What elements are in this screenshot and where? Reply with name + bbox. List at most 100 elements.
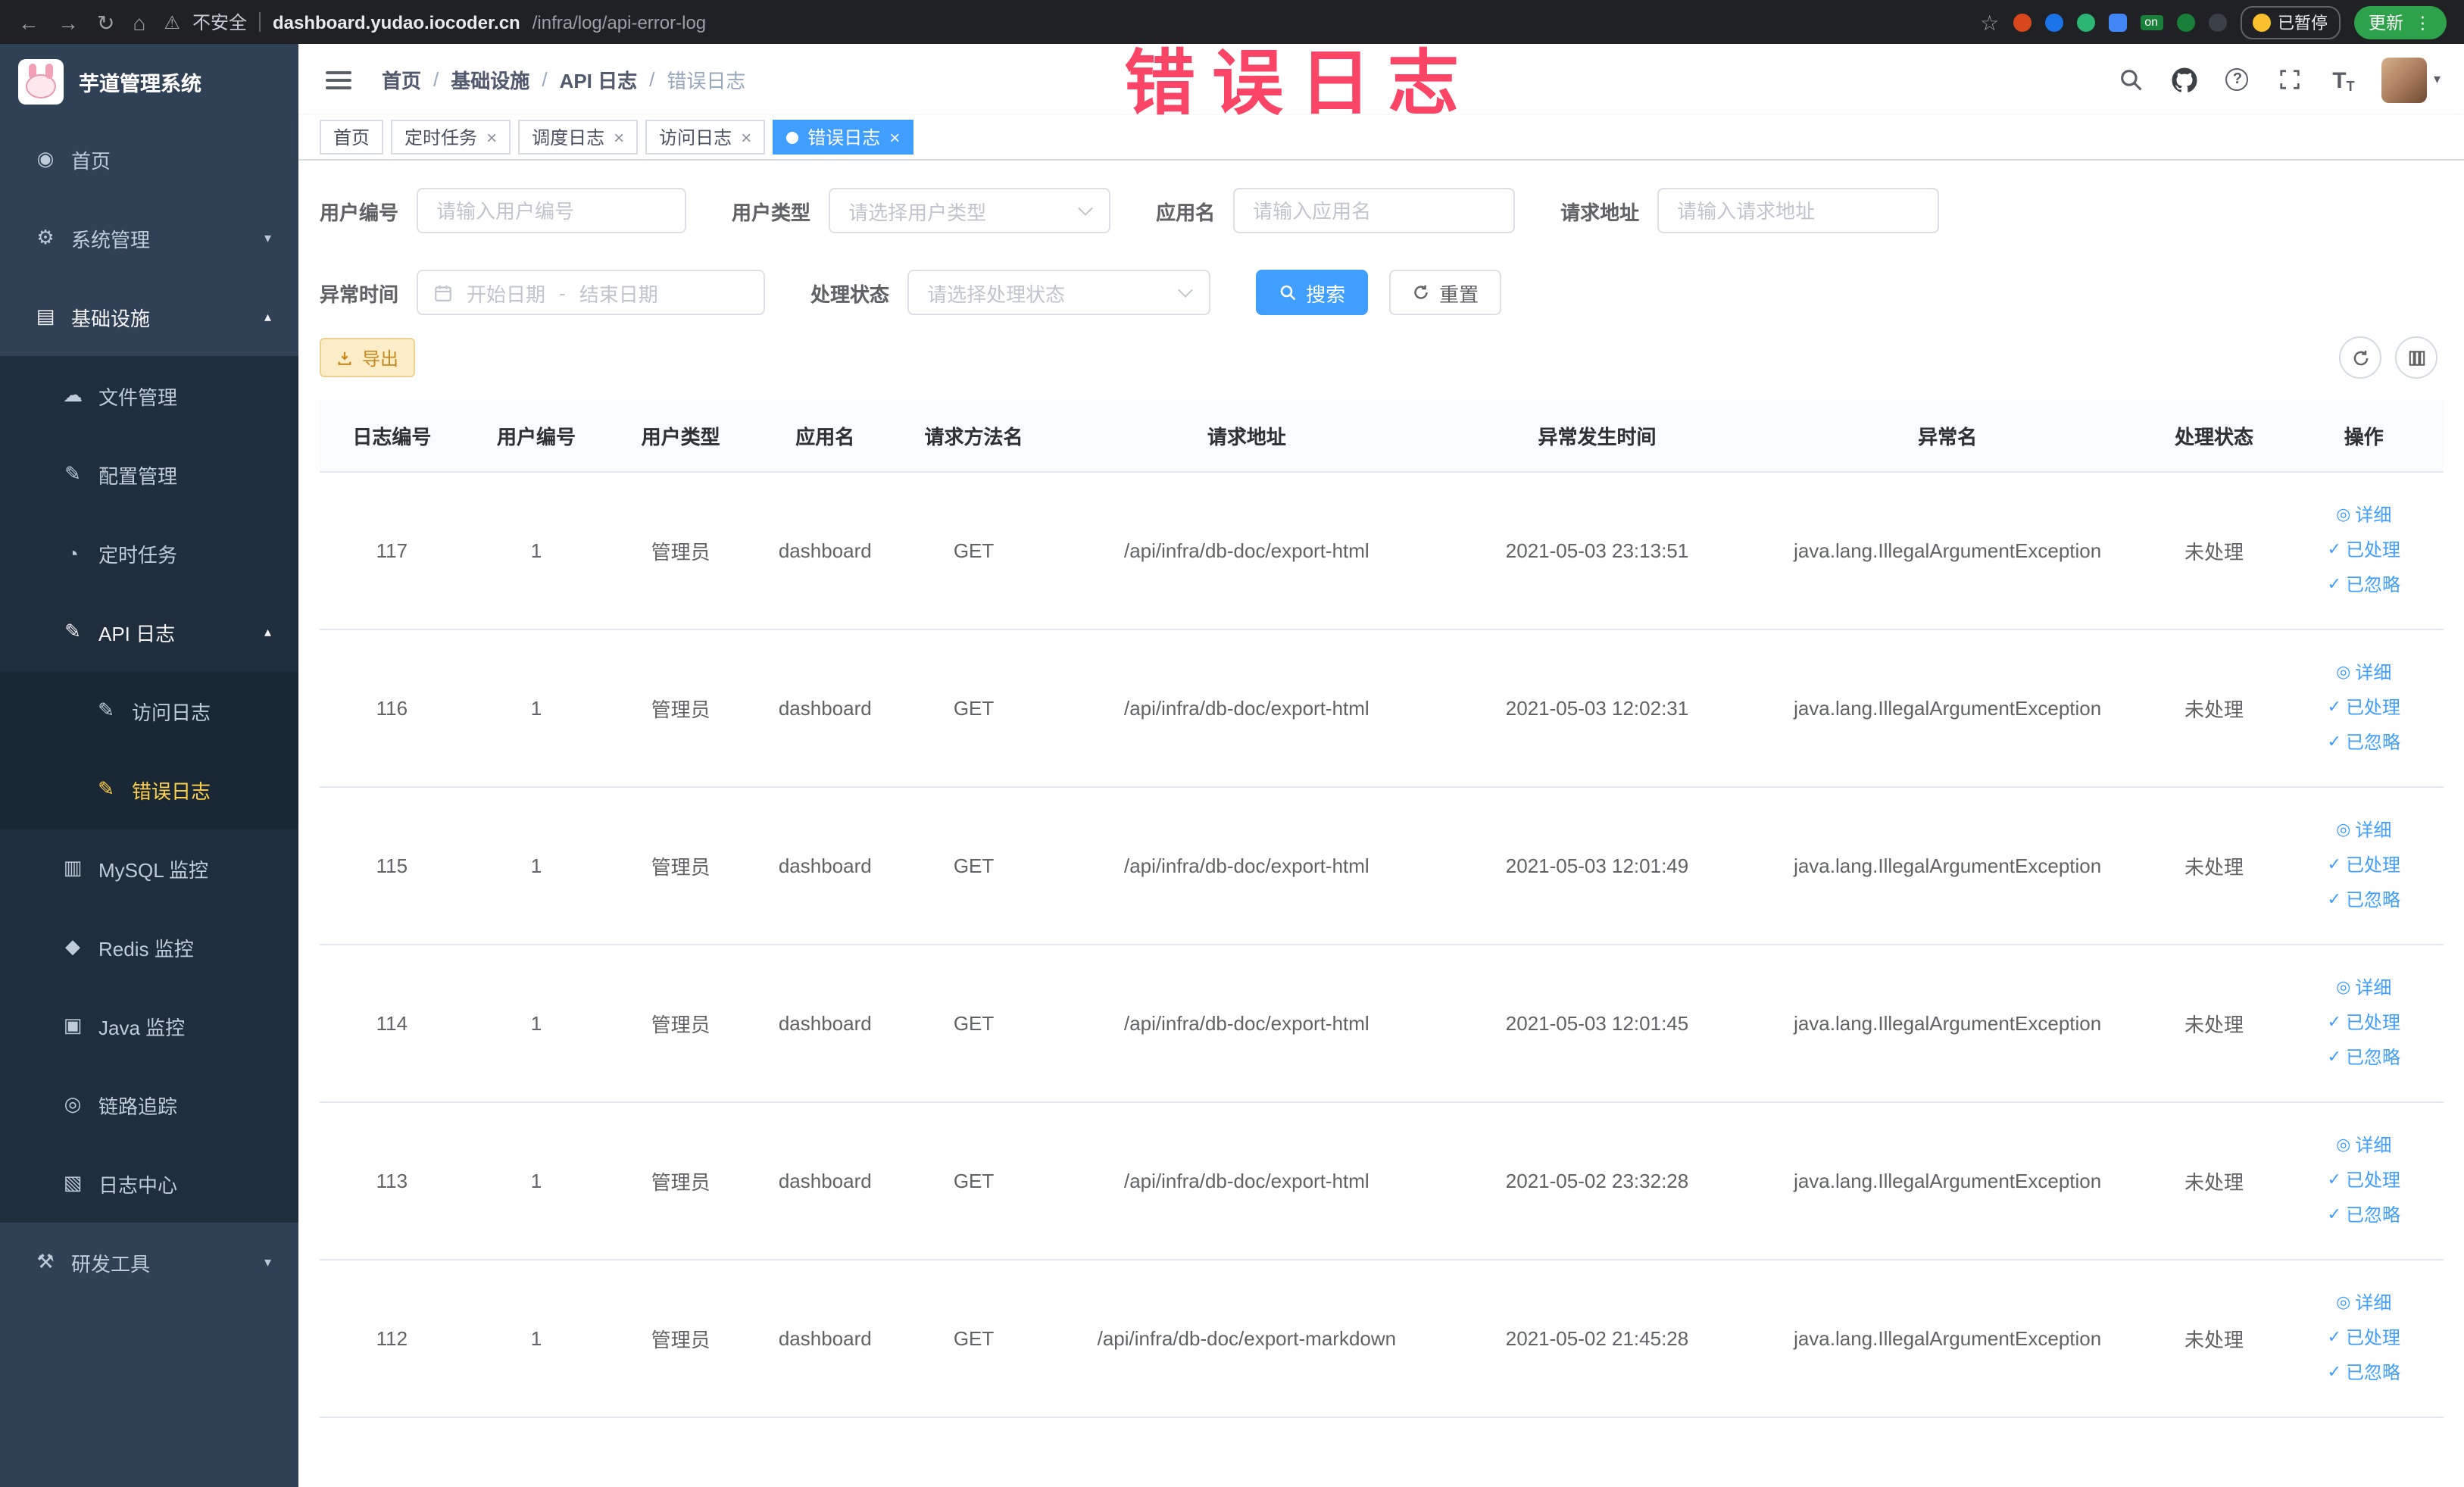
- breadcrumb-infra[interactable]: 基础设施: [451, 65, 529, 94]
- request-url-input[interactable]: [1657, 188, 1940, 233]
- close-icon[interactable]: ×: [486, 127, 497, 148]
- processed-link[interactable]: ✓ 已处理: [2291, 691, 2437, 726]
- update-label: 更新: [2369, 14, 2403, 33]
- sidebar-item-cron-job[interactable]: ◔ 定时任务: [0, 514, 298, 592]
- detail-link[interactable]: ◎ 详细: [2291, 971, 2437, 1006]
- leaf-extension-icon[interactable]: [2176, 13, 2194, 31]
- cell-exception-name: java.lang.IllegalArgumentException: [1750, 629, 2144, 788]
- detail-link[interactable]: ◎ 详细: [2291, 498, 2437, 533]
- sidebar-item-error-log[interactable]: ✎ 错误日志: [0, 750, 298, 829]
- tag-error-log[interactable]: 错误日志 ×: [773, 120, 914, 155]
- tag-schedule-log[interactable]: 调度日志 ×: [518, 120, 639, 155]
- tag-home[interactable]: 首页: [320, 120, 384, 155]
- sidebar-item-system[interactable]: ⚙ 系统管理 ▾: [0, 198, 298, 277]
- paused-badge[interactable]: 已暂停: [2240, 5, 2340, 39]
- font-size-icon[interactable]: TT: [2329, 65, 2358, 94]
- sidebar-item-label: 基础设施: [71, 307, 151, 330]
- reload-icon[interactable]: ↻: [97, 11, 114, 33]
- close-icon[interactable]: ×: [889, 127, 900, 148]
- bookmark-star-icon[interactable]: ☆: [1980, 11, 1999, 33]
- on-badge-extension-icon[interactable]: on: [2140, 14, 2163, 30]
- back-icon[interactable]: ←: [18, 11, 39, 33]
- exception-time-range-picker[interactable]: 开始日期 - 结束日期: [417, 270, 766, 315]
- column-settings-button[interactable]: [2395, 336, 2437, 379]
- table-row: 112 1 管理员 dashboard GET /api/infra/db-do…: [320, 1260, 2444, 1418]
- cell-request-url: /api/infra/db-doc/export-html: [1050, 472, 1444, 630]
- pin-extension-icon[interactable]: [2208, 13, 2226, 31]
- detail-link[interactable]: ◎ 详细: [2291, 1129, 2437, 1164]
- hamburger-icon[interactable]: [323, 64, 354, 95]
- processed-link[interactable]: ✓ 已处理: [2291, 1006, 2437, 1041]
- sidebar-item-redis-monitor[interactable]: ◆ Redis 监控: [0, 908, 298, 986]
- sidebar-item-api-log[interactable]: ✎ API 日志 ▴: [0, 592, 298, 671]
- check-icon: ✓: [2327, 698, 2341, 717]
- refresh-button[interactable]: [2339, 336, 2381, 379]
- eye-icon: ◎: [2336, 1136, 2351, 1154]
- detail-link[interactable]: ◎ 详细: [2291, 656, 2437, 691]
- close-icon[interactable]: ×: [741, 127, 751, 148]
- reset-button[interactable]: 重置: [1389, 270, 1502, 315]
- breadcrumb: 首页 / 基础设施 / API 日志 / 错误日志: [382, 65, 745, 94]
- address-bar[interactable]: ⚠ 不安全 dashboard.yudao.iocoder.cn /infra/…: [164, 9, 1962, 35]
- ignored-link[interactable]: ✓ 已忽略: [2291, 726, 2437, 761]
- tag-label: 定时任务: [404, 127, 478, 148]
- search-icon[interactable]: [2117, 65, 2146, 94]
- app-logo[interactable]: 芋道管理系统: [0, 44, 298, 120]
- breadcrumb-home[interactable]: 首页: [382, 65, 421, 94]
- ignored-link[interactable]: ✓ 已忽略: [2291, 1041, 2437, 1076]
- chrome-home-icon[interactable]: ⌂: [133, 11, 145, 33]
- extension-icon[interactable]: [2013, 13, 2031, 31]
- sidebar-item-file-manage[interactable]: ☁ 文件管理: [0, 356, 298, 435]
- extension-icon[interactable]: [2076, 13, 2095, 31]
- forward-icon[interactable]: →: [58, 11, 79, 33]
- ignored-link[interactable]: ✓ 已忽略: [2291, 1356, 2437, 1391]
- sidebar-item-trace[interactable]: ◎ 链路追踪: [0, 1065, 298, 1144]
- cell-exception-name: java.lang.IllegalArgumentException: [1750, 1102, 2144, 1261]
- fullscreen-icon[interactable]: [2276, 65, 2305, 94]
- extension-icon[interactable]: [2108, 13, 2127, 31]
- user-id-input[interactable]: [417, 188, 687, 233]
- breadcrumb-api-log[interactable]: API 日志: [560, 65, 638, 94]
- ignored-link[interactable]: ✓ 已忽略: [2291, 568, 2437, 603]
- sidebar-item-dev-tools[interactable]: ⚒ 研发工具 ▾: [0, 1223, 298, 1301]
- process-status-select[interactable]: 请选择处理状态: [907, 270, 1211, 315]
- cell-actions: ◎ 详细 ✓ 已处理 ✓ 已忽略: [2284, 629, 2444, 788]
- sidebar-item-log-center[interactable]: ▧ 日志中心: [0, 1144, 298, 1223]
- extension-icon[interactable]: [2044, 13, 2063, 31]
- tag-access-log[interactable]: 访问日志 ×: [645, 120, 766, 155]
- ignored-link-label: 已忽略: [2345, 1204, 2400, 1226]
- tag-cron-job[interactable]: 定时任务 ×: [391, 120, 511, 155]
- sidebar-item-access-log[interactable]: ✎ 访问日志: [0, 671, 298, 750]
- ignored-link[interactable]: ✓ 已忽略: [2291, 1198, 2437, 1233]
- ignored-link[interactable]: ✓ 已忽略: [2291, 883, 2437, 918]
- sidebar-item-infra[interactable]: ▤ 基础设施 ▴: [0, 277, 298, 356]
- process-status-label: 处理状态: [810, 283, 890, 305]
- check-icon: ✓: [2327, 856, 2341, 874]
- user-menu[interactable]: ▾: [2381, 57, 2441, 102]
- cell-log-id: 115: [320, 787, 464, 945]
- help-icon[interactable]: ?: [2223, 65, 2252, 94]
- url-path: /infra/log/api-error-log: [532, 11, 707, 33]
- processed-link[interactable]: ✓ 已处理: [2291, 1321, 2437, 1356]
- github-icon[interactable]: [2170, 65, 2199, 94]
- detail-link[interactable]: ◎ 详细: [2291, 814, 2437, 848]
- processed-link[interactable]: ✓ 已处理: [2291, 533, 2437, 568]
- search-button[interactable]: 搜索: [1256, 270, 1369, 315]
- sidebar-item-home[interactable]: ◉ 首页: [0, 120, 298, 198]
- check-icon: ✓: [2327, 541, 2341, 559]
- sidebar-item-java-monitor[interactable]: ▣ Java 监控: [0, 986, 298, 1065]
- sidebar-item-config-manage[interactable]: ✎ 配置管理: [0, 435, 298, 514]
- detail-link[interactable]: ◎ 详细: [2291, 1286, 2437, 1321]
- user-type-select[interactable]: 请选择用户类型: [829, 188, 1111, 233]
- processed-link[interactable]: ✓ 已处理: [2291, 848, 2437, 883]
- tag-label: 首页: [333, 127, 370, 148]
- update-button[interactable]: 更新 ⋮: [2353, 5, 2447, 39]
- app-name-input[interactable]: [1233, 188, 1516, 233]
- sidebar-item-mysql-monitor[interactable]: ▥ MySQL 监控: [0, 829, 298, 908]
- close-icon[interactable]: ×: [614, 127, 624, 148]
- processed-link[interactable]: ✓ 已处理: [2291, 1164, 2437, 1198]
- avatar[interactable]: [2381, 57, 2428, 102]
- kebab-menu-icon[interactable]: ⋮: [2414, 11, 2431, 33]
- edit-icon: ✎: [64, 462, 81, 485]
- export-button[interactable]: 导出: [320, 338, 416, 377]
